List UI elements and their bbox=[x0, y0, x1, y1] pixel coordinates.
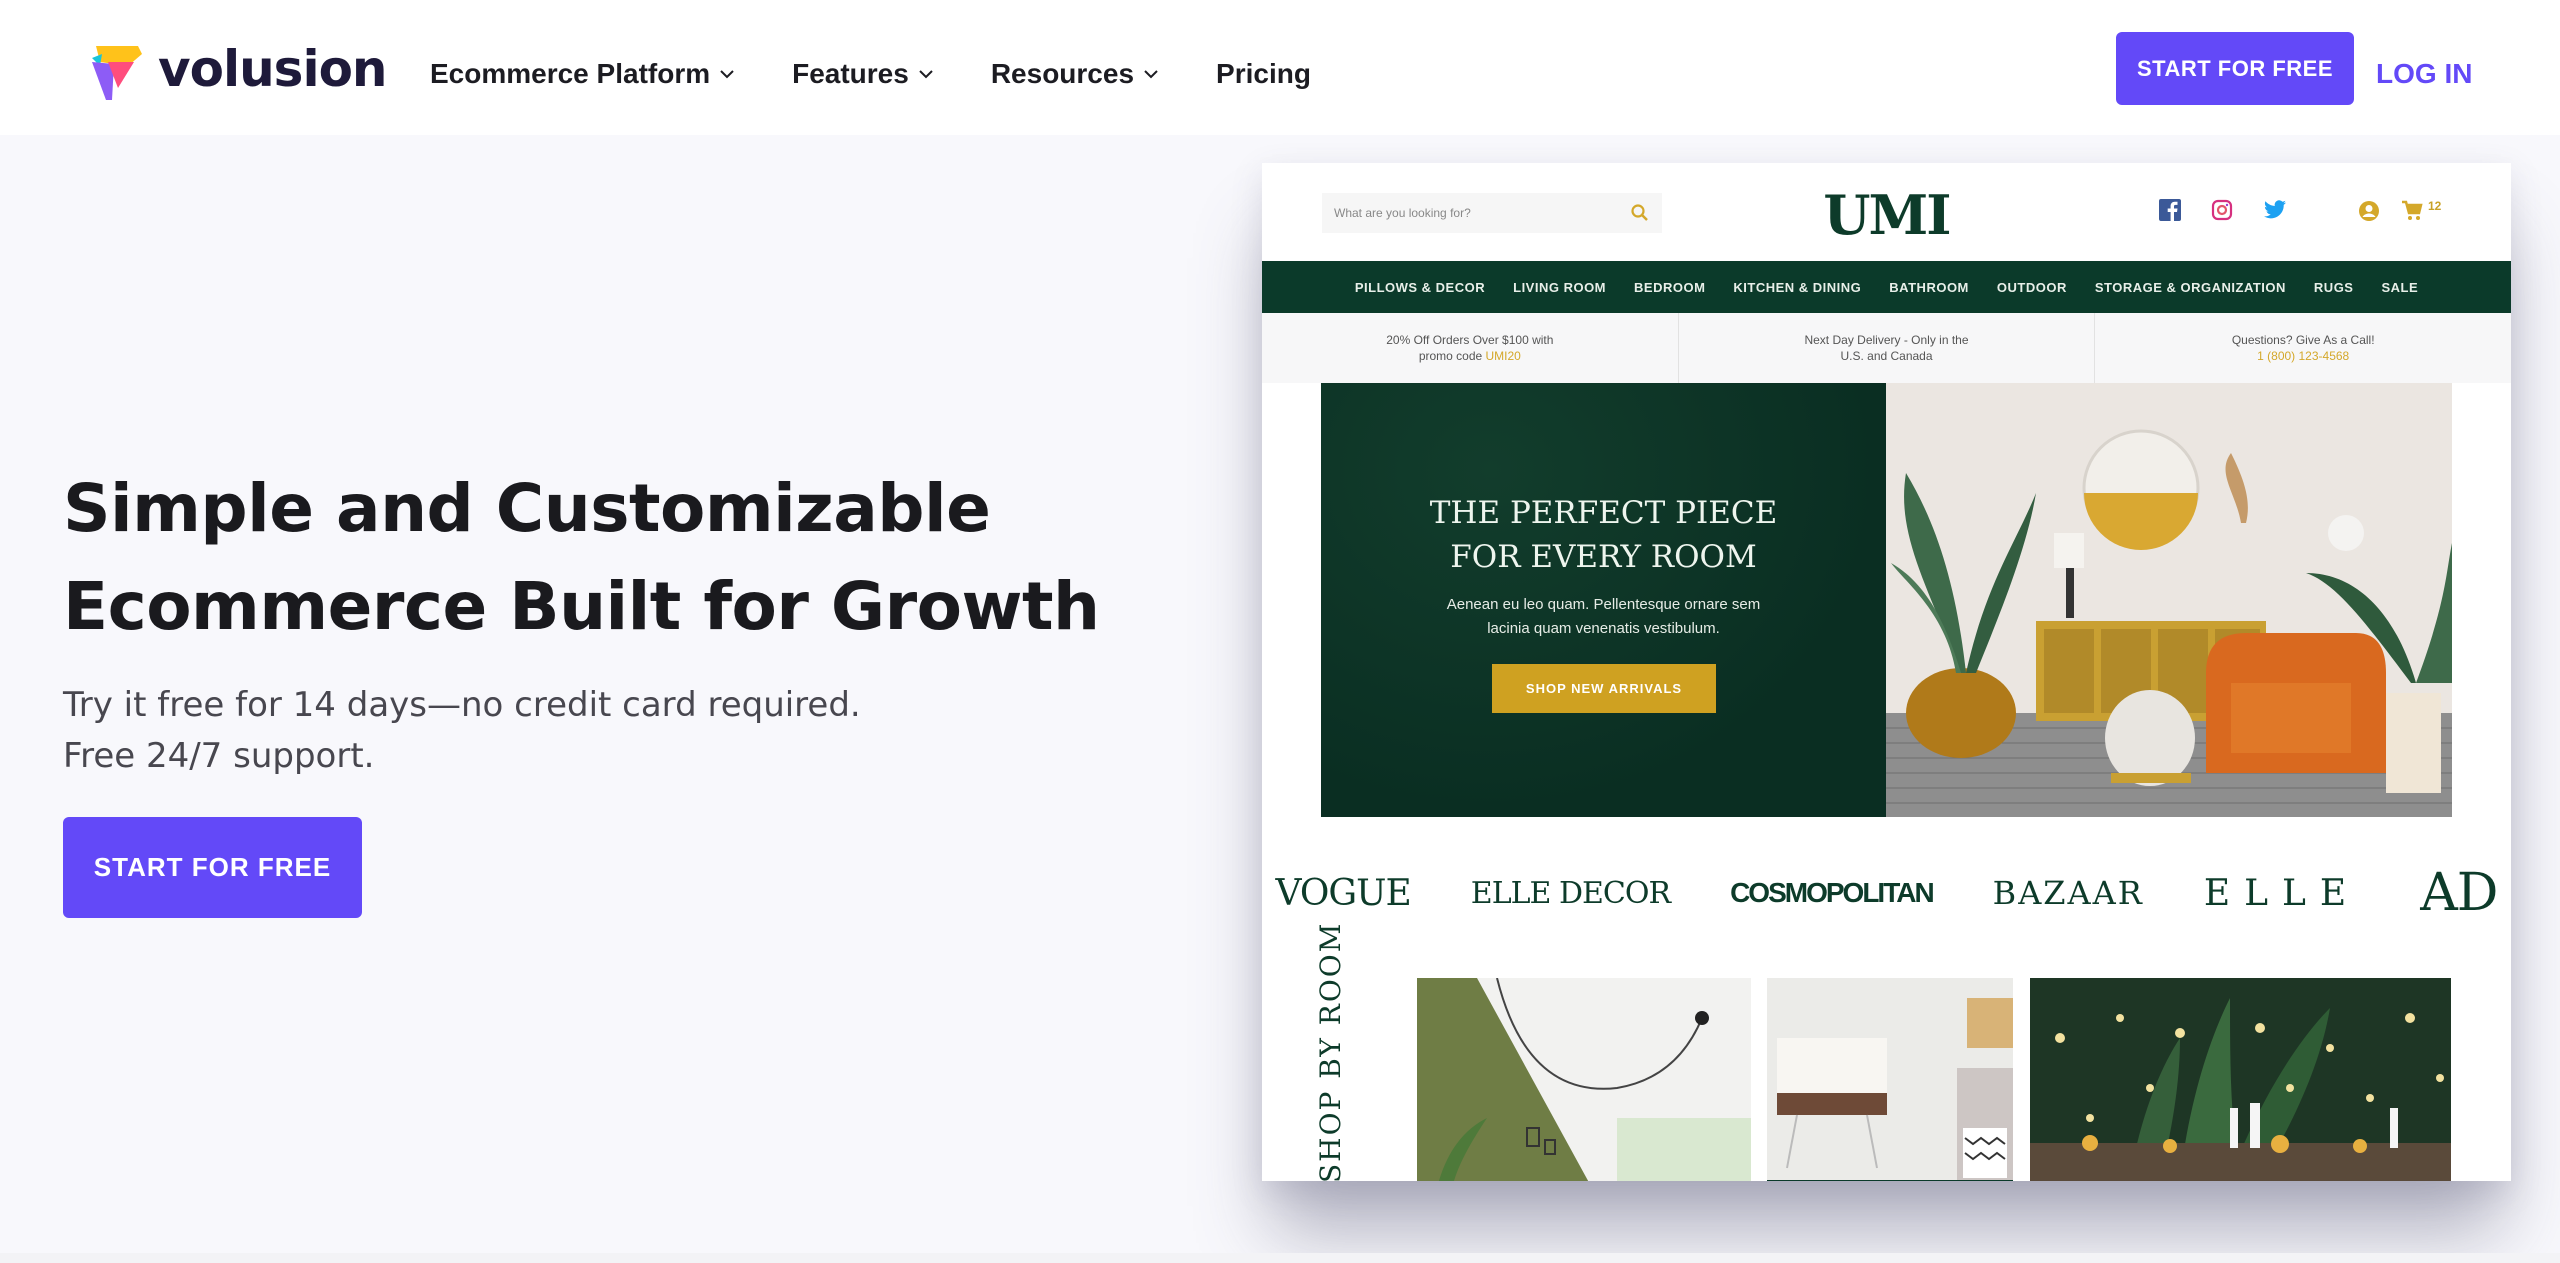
facebook-icon[interactable] bbox=[2159, 199, 2181, 221]
hero-start-for-free-button[interactable]: START FOR FREE bbox=[63, 817, 362, 918]
chevron-down-icon bbox=[720, 70, 734, 79]
press-logo-elle-decor: ELLE DECOR bbox=[1470, 875, 1671, 911]
promo-text: Questions? Give As a Call! bbox=[2231, 333, 2375, 347]
shop-by-room-label: SHOP BY ROOM bbox=[1314, 921, 1347, 1181]
site-header: volusion Ecommerce Platform Features Res… bbox=[0, 0, 2560, 135]
press-logo-bazaar: BAZAAR bbox=[1992, 874, 2144, 912]
chevron-down-icon bbox=[1144, 70, 1158, 79]
store-nav-item[interactable]: OUTDOOR bbox=[1997, 280, 2067, 295]
store-nav-item[interactable]: KITCHEN & DINING bbox=[1733, 280, 1861, 295]
promo-bar: 20% Off Orders Over $100 with promo code… bbox=[1262, 313, 2511, 383]
room-tile-outdoor[interactable] bbox=[2030, 978, 2451, 1181]
room-tile-image bbox=[1767, 978, 2013, 1181]
instagram-icon[interactable] bbox=[2211, 199, 2233, 221]
cart-button[interactable]: 12 bbox=[2400, 199, 2441, 223]
press-logo-cosmopolitan: COSMOPOLITAN bbox=[1730, 877, 1935, 908]
store-category-nav: PILLOWS & DECOR LIVING ROOM BEDROOM KITC… bbox=[1262, 261, 2511, 313]
promo-text: 20% Off Orders Over $100 with bbox=[1386, 333, 1554, 347]
store-nav-item[interactable]: STORAGE & ORGANIZATION bbox=[2095, 280, 2286, 295]
nav-resources[interactable]: Resources bbox=[991, 58, 1160, 90]
hero-title-line: Simple and Customizable bbox=[63, 470, 991, 547]
press-logos: VOGUE ELLE DECOR COSMOPOLITAN BAZAAR ELL… bbox=[1262, 853, 2511, 933]
store-nav-item[interactable]: RUGS bbox=[2314, 280, 2354, 295]
chevron-down-icon bbox=[919, 70, 933, 79]
promo-discount: 20% Off Orders Over $100 with promo code… bbox=[1262, 313, 1679, 383]
nav-pricing[interactable]: Pricing bbox=[1216, 58, 1311, 90]
banner-title-line: THE PERFECT PIECE bbox=[1429, 495, 1778, 531]
banner-title-line: FOR EVERY ROOM bbox=[1450, 539, 1757, 575]
phone-link[interactable]: 1 (800) 123-4568 bbox=[2257, 348, 2349, 364]
room-tile-image bbox=[1417, 978, 1751, 1181]
login-link[interactable]: LOG IN bbox=[2376, 58, 2472, 90]
nav-label: Features bbox=[792, 58, 909, 89]
store-nav-item[interactable]: LIVING ROOM bbox=[1513, 280, 1606, 295]
store-nav-item[interactable]: BATHROOM bbox=[1889, 280, 1969, 295]
living-room-illustration bbox=[1886, 383, 2452, 817]
room-tile-image bbox=[2030, 978, 2451, 1181]
social-links bbox=[2159, 199, 2287, 221]
nav-label: Pricing bbox=[1216, 58, 1311, 89]
banner-title: THE PERFECT PIECE FOR EVERY ROOM bbox=[1321, 491, 1886, 579]
store-banner: THE PERFECT PIECE FOR EVERY ROOM Aenean … bbox=[1321, 383, 1886, 817]
hero-subtitle: Try it free for 14 days—no credit card r… bbox=[63, 680, 861, 782]
page-divider bbox=[0, 1253, 2560, 1263]
shop-new-arrivals-button[interactable]: SHOP NEW ARRIVALS bbox=[1492, 664, 1716, 713]
promo-code: UMI20 bbox=[1485, 349, 1521, 363]
store-logo[interactable]: UMI bbox=[1262, 183, 2511, 247]
volusion-logo[interactable]: volusion bbox=[88, 40, 388, 102]
header-start-for-free-button[interactable]: START FOR FREE bbox=[2116, 32, 2354, 105]
banner-text-line: lacinia quam venenatis vestibulum. bbox=[1487, 620, 1720, 637]
press-logo-elle: ELLE bbox=[2203, 872, 2361, 914]
volusion-logo-icon bbox=[92, 46, 142, 100]
hero-subtitle-line: Free 24/7 support. bbox=[63, 736, 375, 776]
twitter-icon[interactable] bbox=[2263, 199, 2287, 221]
room-tile-living[interactable] bbox=[1417, 978, 1751, 1181]
store-preview: What are you looking for? UMI 12 PILLOWS… bbox=[1262, 163, 2511, 1181]
hero-title: Simple and Customizable Ecommerce Built … bbox=[63, 460, 1213, 656]
press-logo-ad: AD bbox=[2420, 863, 2498, 923]
nav-label: Resources bbox=[990, 58, 1135, 89]
promo-delivery: Next Day Delivery - Only in the U.S. and… bbox=[1679, 313, 2096, 383]
banner-text-line: Aenean eu leo quam. Pellentesque ornare … bbox=[1446, 596, 1761, 613]
nav-ecommerce-platform[interactable]: Ecommerce Platform bbox=[430, 58, 736, 90]
promo-contact: Questions? Give As a Call! 1 (800) 123-4… bbox=[2095, 313, 2511, 383]
banner-text: Aenean eu leo quam. Pellentesque ornare … bbox=[1321, 593, 1886, 641]
account-icon[interactable] bbox=[2358, 200, 2380, 222]
nav-features[interactable]: Features bbox=[792, 58, 935, 90]
cart-icon bbox=[2402, 200, 2423, 220]
hero-title-line: Ecommerce Built for Growth bbox=[63, 568, 1100, 645]
store-nav-item[interactable]: SALE bbox=[2381, 280, 2418, 295]
living-room-image bbox=[1886, 383, 2452, 817]
promo-text: promo code bbox=[1418, 349, 1486, 363]
cart-count: 12 bbox=[2428, 199, 2442, 213]
promo-text: Next Day Delivery - Only in the bbox=[1804, 333, 1969, 347]
promo-text: U.S. and Canada bbox=[1840, 349, 1933, 363]
store-nav-item[interactable]: BEDROOM bbox=[1634, 280, 1705, 295]
room-tile-nursery[interactable] bbox=[1767, 978, 2013, 1181]
store-nav-item[interactable]: PILLOWS & DECOR bbox=[1355, 280, 1485, 295]
press-logo-vogue: VOGUE bbox=[1275, 872, 1412, 914]
brand-name: volusion bbox=[158, 40, 388, 98]
nav-label: Ecommerce Platform bbox=[430, 58, 711, 89]
main-nav: Ecommerce Platform Features Resources Pr… bbox=[430, 58, 1367, 90]
hero-subtitle-line: Try it free for 14 days—no credit card r… bbox=[63, 685, 861, 725]
